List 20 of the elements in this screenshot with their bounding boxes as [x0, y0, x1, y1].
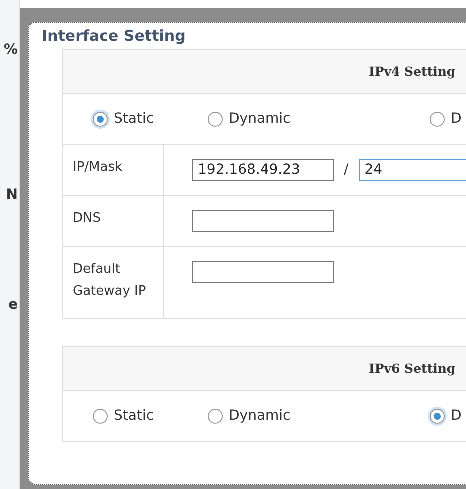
field-label: IP/Mask — [63, 145, 164, 195]
field-label: DNS — [63, 196, 164, 246]
mask-field[interactable]: 24 — [358, 159, 466, 181]
text-fragment: % — [2, 41, 19, 60]
separator-text: / — [344, 161, 349, 180]
radio-option[interactable]: Static — [93, 408, 208, 424]
input-field[interactable] — [192, 261, 334, 283]
radio-option[interactable]: D — [430, 111, 466, 127]
radio-option[interactable]: Dynamic — [208, 408, 430, 424]
radio-option[interactable]: Static — [93, 111, 208, 127]
radio-option[interactable]: D — [430, 408, 466, 424]
text-fragment: e — [8, 296, 19, 315]
radio-option[interactable]: Dynamic — [208, 111, 430, 127]
input-field[interactable]: 192.168.49.23 — [192, 159, 334, 181]
field-label: Default Gateway IP — [63, 247, 164, 318]
input-field[interactable] — [192, 210, 334, 232]
dialog-title: Interface Setting — [42, 27, 187, 45]
section-heading: IPv4 Setting — [369, 64, 456, 79]
text-fragment: N — [5, 186, 19, 205]
section-heading: IPv6 Setting — [369, 361, 456, 376]
